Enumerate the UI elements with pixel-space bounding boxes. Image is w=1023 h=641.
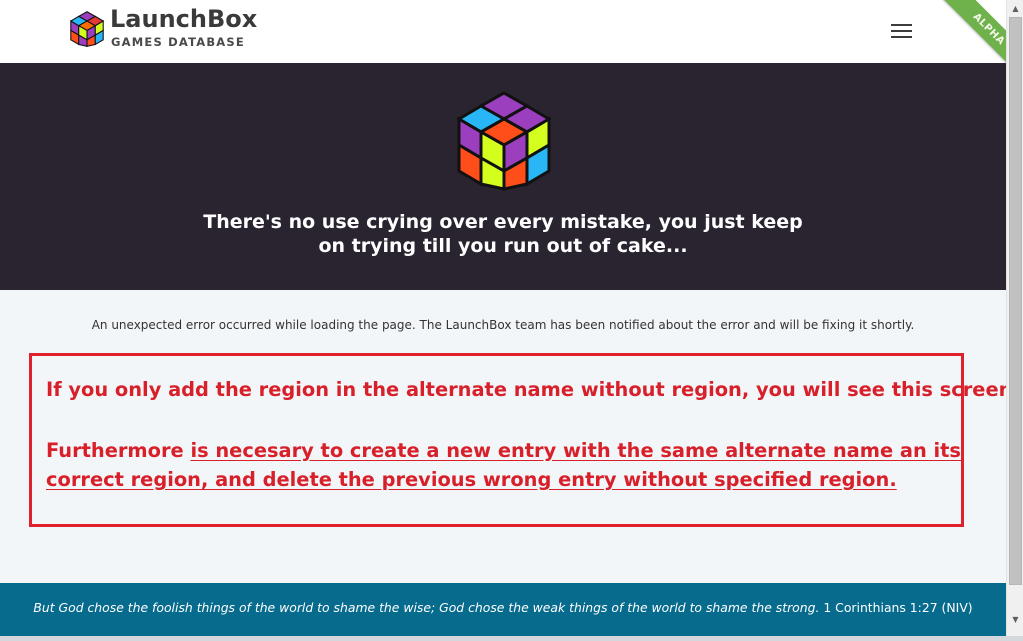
hamburger-menu-button[interactable] xyxy=(886,18,916,44)
footer-verse: But God chose the foolish things of the … xyxy=(0,600,1006,615)
footer-verse-reference: 1 Corinthians 1:27 (NIV) xyxy=(819,600,973,615)
error-message: An unexpected error occurred while loadi… xyxy=(91,318,915,332)
site-footer: But God chose the foolish things of the … xyxy=(0,583,1006,641)
brand-subtitle[interactable]: GAMES DATABASE xyxy=(111,35,245,49)
vertical-scrollbar[interactable]: ▲ ▼ xyxy=(1006,0,1023,641)
launchbox-logo-icon[interactable] xyxy=(70,11,104,47)
launchbox-cube-icon xyxy=(457,91,551,191)
taskbar-strip xyxy=(0,636,1023,641)
alpha-ribbon-band: ALPHA xyxy=(942,0,1006,66)
alpha-ribbon-label: ALPHA xyxy=(970,10,1006,48)
hamburger-menu-icon-bar xyxy=(891,24,912,26)
scroll-down-arrow-icon[interactable]: ▼ xyxy=(1007,611,1023,628)
footer-verse-text: But God chose the foolish things of the … xyxy=(33,600,820,615)
scroll-up-arrow-icon[interactable]: ▲ xyxy=(1007,0,1023,17)
error-hero: There's no use crying over every mistake… xyxy=(0,63,1006,290)
scrollbar-thumb[interactable] xyxy=(1009,17,1022,585)
annotation-line-1: If you only add the region in the altern… xyxy=(46,378,1020,401)
error-hero-title: There's no use crying over every mistake… xyxy=(203,211,803,257)
brand-name[interactable]: LaunchBox xyxy=(110,5,257,33)
annotation-line-2-prefix: Furthermore xyxy=(46,439,191,462)
site-header: LaunchBox GAMES DATABASE ALPHA xyxy=(0,0,1006,66)
alpha-ribbon: ALPHA xyxy=(926,0,1006,66)
page: LaunchBox GAMES DATABASE ALPHA There's n… xyxy=(0,0,1020,641)
annotation-paragraph-2: Furthermore is necesary to create a new … xyxy=(46,436,961,494)
hamburger-menu-icon-bar xyxy=(891,30,912,32)
annotation-box: If you only add the region in the altern… xyxy=(29,353,1020,527)
hamburger-menu-icon-bar xyxy=(891,36,912,38)
